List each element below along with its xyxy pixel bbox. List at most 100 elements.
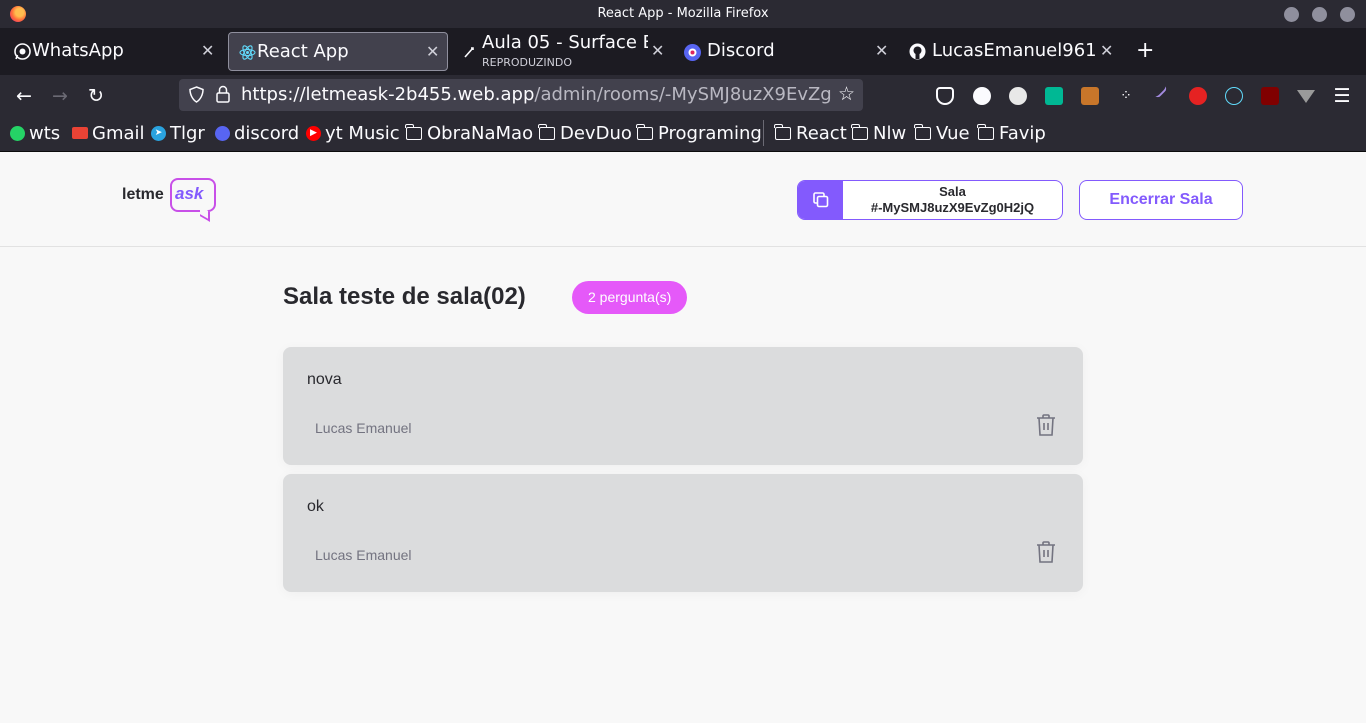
url-host: https://letmeask-2b455.web.app (241, 84, 535, 105)
bookmark-label: Vue (936, 122, 970, 144)
extension-tampermonkey-icon[interactable] (1009, 87, 1027, 105)
bookmark-folder-vue[interactable]: Vue (914, 122, 970, 144)
bookmark-yt-music[interactable]: ▶ yt Music (306, 122, 400, 144)
page-content: letme ask Sala #-MySMJ8uzX9EvZg0H2jQ Enc… (0, 153, 1366, 723)
extension-dots-icon[interactable]: ⁘ (1117, 87, 1135, 105)
question-card: nova Lucas Emanuel (283, 347, 1083, 465)
folder-icon (977, 123, 994, 140)
question-content: ok (307, 498, 324, 515)
account-icon[interactable] (973, 87, 991, 105)
menu-icon[interactable]: ☰ (1330, 84, 1354, 108)
tab-strip: WhatsApp ✕ React App ✕ Aula 05 - Surface… (0, 28, 1366, 75)
bookmark-star-icon[interactable]: ☆ (838, 83, 855, 105)
back-button[interactable]: ← (12, 84, 36, 108)
bookmark-folder-devduo[interactable]: DevDuo (538, 122, 632, 144)
whatsapp-icon (10, 125, 25, 141)
tab-label: LucasEmanuel9611/l (932, 40, 1098, 61)
tracking-protection-icon[interactable] (188, 86, 205, 103)
folder-icon (774, 123, 791, 140)
tab-discord[interactable]: Discord ✕ (676, 32, 896, 71)
vue-devtools-icon[interactable] (1297, 90, 1315, 103)
bookmark-label: Tlgr (170, 122, 205, 144)
logo-suffix: ask (175, 184, 204, 203)
room-title: Sala teste de sala(02) (283, 283, 526, 310)
window-title: React App - Mozilla Firefox (597, 6, 769, 21)
close-tab-icon[interactable]: ✕ (875, 41, 888, 60)
close-tab-icon[interactable]: ✕ (1100, 41, 1113, 60)
url-bar[interactable]: https://letmeask-2b455.web.app/admin/roo… (179, 79, 863, 111)
tab-label: Discord (707, 40, 775, 61)
bookmarks-separator (763, 120, 764, 146)
bookmark-label: React (796, 122, 847, 144)
bookmark-folder-react[interactable]: React (774, 122, 847, 144)
tab-github[interactable]: LucasEmanuel9611/l ✕ (900, 32, 1120, 71)
bookmark-folder-obranamao[interactable]: ObraNaMao (405, 122, 534, 144)
tab-aula-05[interactable]: Aula 05 - Surface Exp REPRODUZINDO ✕ (452, 32, 672, 71)
tab-label: WhatsApp (32, 40, 124, 61)
react-icon (239, 44, 256, 61)
bookmark-label: Programing (658, 122, 762, 144)
question-count-badge: 2 pergunta(s) (572, 281, 688, 314)
new-tab-button[interactable]: + (1136, 38, 1154, 63)
react-devtools-icon[interactable] (1225, 87, 1243, 105)
bookmark-label: discord (234, 122, 300, 144)
bookmark-label: yt Music (325, 122, 400, 144)
bookmark-label: Nlw (873, 122, 907, 144)
bookmark-label: DevDuo (560, 122, 632, 144)
pocket-icon[interactable] (936, 87, 954, 105)
gmail-icon (72, 127, 88, 139)
bookmark-gmail[interactable]: Gmail (72, 122, 145, 144)
youtube-music-icon: ▶ (306, 125, 321, 141)
bookmark-label: wts (29, 122, 61, 144)
maximize-button[interactable] (1312, 7, 1327, 22)
discord-icon (215, 125, 230, 141)
bookmarks-bar: wts Gmail ➤ Tlgr discord ▶ yt Music ObraNa… (0, 116, 1366, 152)
folder-icon (636, 123, 653, 140)
minimize-button[interactable] (1284, 7, 1299, 22)
tab-react-app[interactable]: React App ✕ (228, 32, 448, 71)
extension-cookie-icon[interactable] (1081, 87, 1099, 105)
url-path: /admin/rooms/-MySMJ8uzX9EvZg0H2jQ (534, 84, 831, 105)
folder-icon (914, 123, 931, 140)
lock-icon[interactable] (215, 85, 231, 103)
question-author: Lucas Emanuel (315, 420, 412, 436)
extension-stylus-icon[interactable] (1045, 87, 1063, 105)
reload-button[interactable]: ↻ (84, 84, 108, 108)
trash-icon[interactable] (1035, 413, 1057, 437)
tab-label: Aula 05 - Surface Exp (482, 32, 648, 53)
window-titlebar: React App - Mozilla Firefox (0, 0, 1366, 28)
url-text[interactable]: https://letmeask-2b455.web.app/admin/roo… (241, 84, 831, 105)
forward-button[interactable]: → (48, 84, 72, 108)
close-tab-icon[interactable]: ✕ (201, 41, 214, 60)
copy-icon (798, 181, 843, 219)
room-code-button[interactable]: Sala #-MySMJ8uzX9EvZg0H2jQ (797, 180, 1063, 220)
bookmark-label: ObraNaMao (427, 122, 534, 144)
bookmark-discord[interactable]: discord (215, 122, 299, 144)
question-content: nova (307, 371, 342, 388)
whatsapp-icon (14, 43, 31, 60)
telegram-icon: ➤ (151, 125, 166, 141)
close-tab-icon[interactable]: ✕ (651, 41, 664, 60)
room-code-value: #-MySMJ8uzX9EvZg0H2jQ (870, 200, 1035, 215)
question-author: Lucas Emanuel (315, 547, 412, 563)
close-window-button[interactable] (1340, 7, 1355, 22)
bookmark-tlgr[interactable]: ➤ Tlgr (151, 122, 205, 144)
ublock-icon[interactable] (1261, 87, 1279, 105)
close-room-button[interactable]: Encerrar Sala (1079, 180, 1243, 220)
folder-icon (538, 123, 555, 140)
bookmark-folder-favip[interactable]: Favip (977, 122, 1046, 144)
close-tab-icon[interactable]: ✕ (426, 42, 439, 61)
folder-icon (851, 123, 868, 140)
tab-whatsapp[interactable]: WhatsApp ✕ (4, 32, 224, 71)
tab-sublabel: REPRODUZINDO (482, 56, 572, 69)
extension-stop-icon[interactable] (1189, 87, 1207, 105)
bookmark-folder-nlw[interactable]: Nlw (851, 122, 907, 144)
logo-prefix: letme (122, 186, 164, 203)
trash-icon[interactable] (1035, 540, 1057, 564)
audio-playing-icon (460, 43, 477, 60)
bookmark-folder-programing[interactable]: Programing (636, 122, 762, 144)
letmeask-logo: letme ask (122, 175, 220, 223)
bookmark-wts[interactable]: wts (10, 122, 60, 144)
tab-label: React App (257, 41, 349, 62)
discord-icon (684, 44, 701, 61)
